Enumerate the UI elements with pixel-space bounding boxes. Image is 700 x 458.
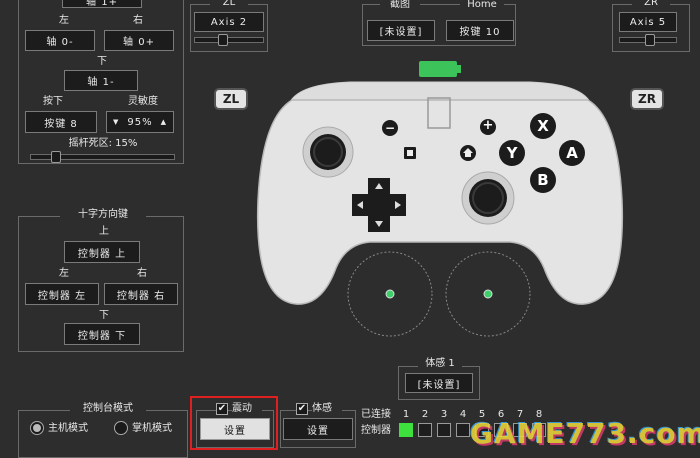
slot-number-1: 1 [402, 409, 410, 420]
vibration-checkbox[interactable]: ✔ [216, 403, 228, 415]
slot-number-2: 2 [421, 409, 429, 420]
controller-slot-2[interactable] [418, 423, 432, 437]
dpad-down-label: 下 [99, 310, 109, 321]
plus-button-label: + [482, 118, 494, 133]
dpad-left-label: 左 [59, 268, 69, 279]
dpad-up-button[interactable]: 控制器 上 [64, 241, 140, 263]
controller-body [256, 99, 624, 305]
minus-button-label: − [384, 121, 396, 135]
handheld-mode-radio[interactable] [114, 421, 128, 435]
vibration-settings-button[interactable]: 设置 [200, 418, 270, 440]
motion-mapping-button[interactable]: [未设置] [405, 373, 473, 393]
controller-slot-3[interactable] [437, 423, 451, 437]
motion-toggle-label: 体感 [312, 403, 342, 415]
motion-toggle-checkbox[interactable]: ✔ [296, 403, 308, 415]
console-mode-title: 控制台模式 [70, 403, 146, 415]
controller-slot-1[interactable] [399, 423, 413, 437]
controller-shoulder [289, 81, 591, 103]
slot-number-3: 3 [440, 409, 448, 420]
b-button-label: B [537, 171, 549, 189]
handheld-mode-label[interactable]: 掌机模式 [132, 423, 188, 435]
controller-slot-4[interactable] [456, 423, 470, 437]
a-button-label: A [566, 144, 578, 162]
y-button-label: Y [506, 144, 518, 162]
slot-number-4: 4 [459, 409, 467, 420]
controller-row-label: 控制器 [361, 425, 391, 436]
site-watermark: GAME773.com [470, 417, 700, 450]
dpad-down-button[interactable]: 控制器 下 [64, 323, 140, 345]
dpad-right-label: 右 [137, 268, 147, 279]
connected-label: 已连接 [361, 409, 391, 420]
vibration-label: 震动 [232, 403, 262, 415]
motion-label: 体感 1 [418, 358, 462, 370]
dpad-up-label: 上 [99, 226, 109, 237]
x-button-label: X [537, 117, 549, 135]
dpad-right-button[interactable]: 控制器 右 [104, 283, 178, 305]
dpad-left-button[interactable]: 控制器 左 [25, 283, 99, 305]
motion-settings-button[interactable]: 设置 [283, 418, 353, 440]
dpad-group-title: 十字方向键 [60, 209, 146, 221]
docked-mode-radio[interactable] [30, 421, 44, 435]
battery-icon [419, 61, 457, 77]
docked-mode-label[interactable]: 主机模式 [48, 423, 104, 435]
